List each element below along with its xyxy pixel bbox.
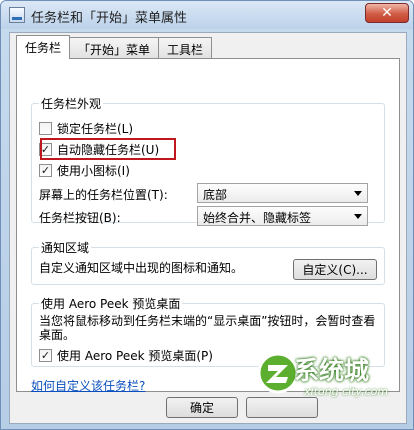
properties-window: 任务栏和「开始」菜单属性 ✕ 任务栏 「开始」菜单 工具栏 任务栏外观 锁定任务… xyxy=(0,0,414,430)
customize-button-label: 自定义(C)... xyxy=(302,263,368,277)
window-title: 任务栏和「开始」菜单属性 xyxy=(31,11,188,26)
aero-peek-checkbox[interactable]: ✓ xyxy=(39,349,52,362)
group-label-appearance: 任务栏外观 xyxy=(39,95,104,112)
watermark-text: 系统城 xyxy=(294,356,370,385)
help-link[interactable]: 如何自定义该任务栏? xyxy=(31,377,145,394)
taskbar-properties-icon xyxy=(9,7,25,23)
dialog-content: 任务栏 「开始」菜单 工具栏 任务栏外观 锁定任务栏(L) ✓ 自动隐藏任务栏(… xyxy=(9,32,407,424)
aero-peek-description: 当您将鼠标移动到任务栏末端的“显示桌面”按钮时，会暂时查看桌面。 xyxy=(39,314,376,342)
close-icon: ✕ xyxy=(381,5,393,21)
ok-button-label: 确定 xyxy=(189,401,214,415)
notification-description: 自定义通知区域中出现的图标和通知。 xyxy=(39,261,244,275)
taskbar-location-value: 底部 xyxy=(203,188,228,202)
small-icons-label: 使用小图标(I) xyxy=(57,164,130,178)
small-icons-checkbox[interactable]: ✓ xyxy=(39,164,52,177)
ok-button[interactable]: 确定 xyxy=(166,397,238,418)
tab-start-menu[interactable]: 「开始」菜单 xyxy=(69,37,160,59)
lock-taskbar-label: 锁定任务栏(L) xyxy=(57,122,134,136)
tab-strip: 任务栏 「开始」菜单 工具栏 xyxy=(16,35,213,59)
group-label-notification: 通知区域 xyxy=(39,239,92,256)
chevron-down-icon xyxy=(354,191,362,196)
taskbar-buttons-value: 始终合并、隐藏标签 xyxy=(203,211,312,225)
close-button[interactable]: ✕ xyxy=(365,3,409,23)
buttons-label: 任务栏按钮(B): xyxy=(39,211,121,225)
chevron-down-icon xyxy=(354,214,362,219)
aero-peek-option[interactable]: ✓ 使用 Aero Peek 预览桌面(P) xyxy=(39,347,213,364)
taskbar-buttons-select[interactable]: 始终合并、隐藏标签 xyxy=(197,206,368,226)
location-label: 屏幕上的任务栏位置(T): xyxy=(39,188,168,202)
lock-taskbar-option[interactable]: 锁定任务栏(L) xyxy=(39,120,133,137)
title-bar[interactable]: 任务栏和「开始」菜单属性 ✕ xyxy=(1,1,413,29)
customize-button[interactable]: 自定义(C)... xyxy=(293,259,377,280)
lock-taskbar-checkbox[interactable] xyxy=(39,122,52,135)
taskbar-location-select[interactable]: 底部 xyxy=(197,183,368,203)
watermark-url: xitong city.com xyxy=(304,385,389,398)
taskbar-tab-panel: 任务栏外观 锁定任务栏(L) ✓ 自动隐藏任务栏(U) ✓ 使用小图标(I) 屏… xyxy=(16,58,400,394)
small-icons-option[interactable]: ✓ 使用小图标(I) xyxy=(39,162,130,179)
aero-peek-label: 使用 Aero Peek 预览桌面(P) xyxy=(57,349,213,363)
highlight-box xyxy=(40,138,176,160)
xitongcheng-watermark: 系统城 xitong city.com xyxy=(256,349,400,409)
group-label-aero-peek: 使用 Aero Peek 预览桌面 xyxy=(39,295,183,312)
tab-toolbars[interactable]: 工具栏 xyxy=(158,37,213,59)
tab-taskbar[interactable]: 任务栏 xyxy=(16,35,71,59)
